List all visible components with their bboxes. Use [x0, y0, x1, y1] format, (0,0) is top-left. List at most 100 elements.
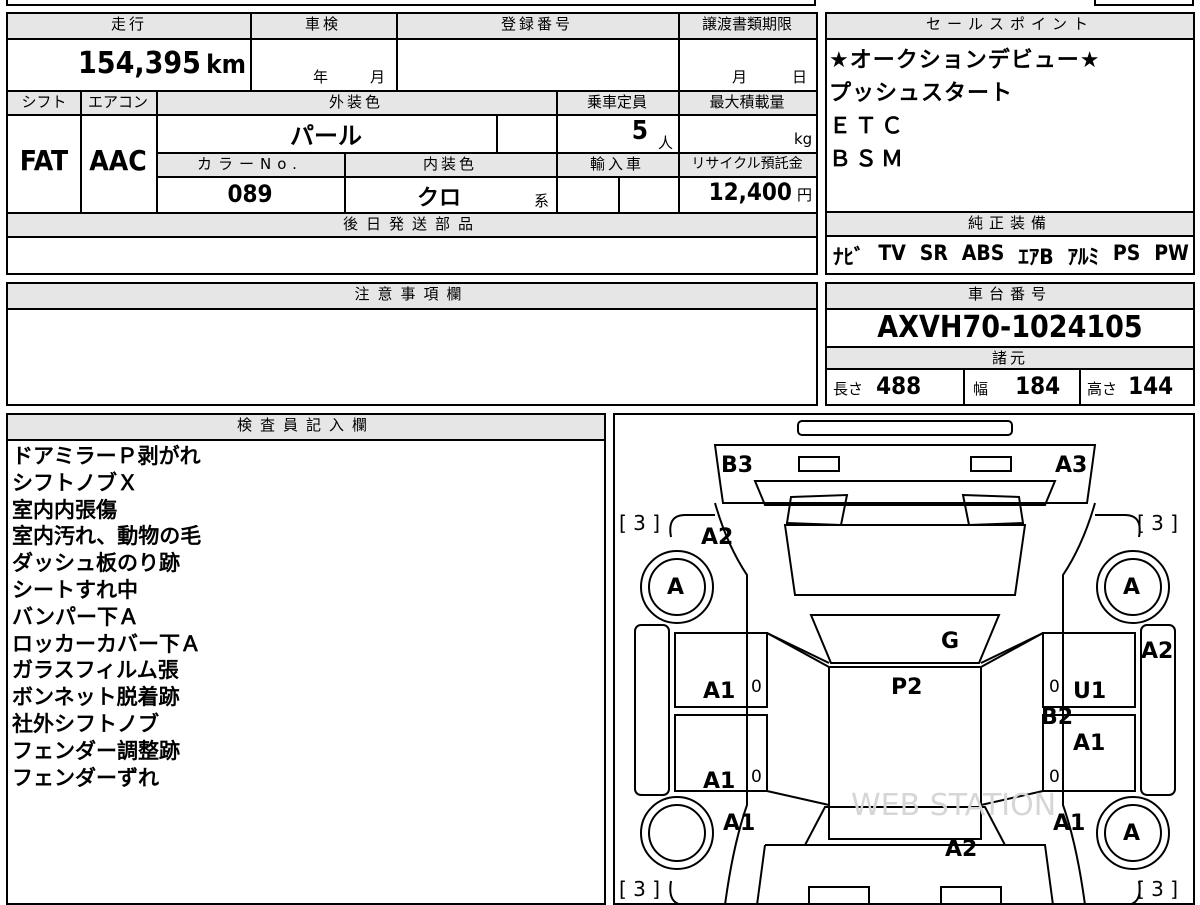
specs-header: 諸元: [827, 348, 1193, 368]
inspector-note: ダッシュ板のり跡: [12, 551, 180, 576]
equipment-header: 純正装備: [827, 213, 1193, 235]
chassis-number: AXVH70-1024105: [877, 310, 1143, 345]
damage-a1-right-upper: A1: [1073, 731, 1106, 756]
chassis-header: 車台番号: [827, 284, 1193, 308]
dent-zero-4: 0: [1049, 767, 1060, 787]
equipment-item: ｱﾙﾐ: [1067, 245, 1100, 269]
damage-a1-left-lower: A1: [703, 769, 736, 794]
inspector-note: ロッカーカバー下Ａ: [12, 631, 201, 656]
top-strip-left: [6, 0, 816, 6]
inspector-note: ガラスフィルム張: [12, 658, 179, 683]
spec-height: 高さ 144: [1087, 372, 1173, 400]
damage-a2-right: A2: [1141, 639, 1174, 664]
inspector-panel: 検査員記入欄 ドアミラーＰ剥がれ シフトノブＸ 室内内張傷 室内汚れ、動物の毛 …: [6, 413, 606, 905]
damage-a2-front-left: A2: [701, 525, 734, 550]
aircon-header: エアコン: [80, 92, 156, 114]
damage-a3: A3: [1055, 453, 1088, 478]
spec-length: 長さ 488: [833, 372, 921, 400]
inspector-note: バンパー下Ａ: [12, 604, 140, 629]
equipment-item: ｴｱB: [1018, 245, 1054, 269]
mileage-unit: km: [206, 50, 246, 80]
spec-width-value: 184: [1015, 372, 1061, 400]
damage-a2-rear: A2: [945, 837, 978, 862]
registration-header: 登録番号: [396, 14, 678, 38]
inspector-note: 室内汚れ、動物の毛: [12, 524, 202, 549]
spec-length-value: 488: [876, 372, 922, 400]
sales-points-header: セールスポイント: [827, 14, 1193, 38]
car-damage-diagram: WEB STATION B3 A3 [ 3 ] [ 3 ] A2 A A G A…: [613, 413, 1195, 905]
spec-height-value: 144: [1128, 372, 1174, 400]
aircon-value: AAC: [89, 144, 147, 177]
capacity-value: 5: [631, 116, 648, 146]
exterior-color-header: 外装色: [156, 92, 556, 114]
transfer-day-unit: 日: [792, 68, 808, 86]
transfer-deadline-header: 譲渡書類期限: [678, 14, 816, 38]
inspector-note: ボンネット脱着跡: [12, 685, 180, 710]
capacity-header: 乗車定員: [556, 92, 678, 114]
exterior-color-value: パール: [290, 122, 362, 150]
inspector-note: シフトノブＸ: [12, 470, 138, 495]
sales-point-line: ＥＴＣ: [829, 114, 908, 139]
mileage-header: 走行: [8, 14, 250, 38]
capacity-unit: 人: [658, 134, 674, 152]
recycle-header: リサイクル預託金: [678, 154, 816, 176]
tire-grade-front-left: A: [667, 575, 685, 600]
color-no-value: 089: [227, 180, 273, 208]
sales-point-line: ＢＳＭ: [829, 147, 908, 172]
dent-zero-3: 0: [751, 767, 762, 787]
equipment-item: ﾅﾋﾞ: [833, 245, 865, 269]
tire-grade-front-right: A: [1123, 575, 1141, 600]
interior-color-unit: 系: [534, 192, 550, 210]
top-strip-right: [1094, 0, 1194, 6]
sales-points-panel: セールスポイント ★オークションデビュー★ プッシュスタート ＥＴＣ ＢＳＭ: [825, 12, 1195, 213]
shift-header: シフト: [8, 92, 80, 114]
shaken-month-unit: 月: [370, 68, 386, 86]
damage-a1-rear-right: A1: [1053, 811, 1086, 836]
spec-width-label: 幅: [973, 380, 989, 398]
equipment-panel: 純正装備 ﾅﾋﾞ TV SR ABS ｴｱB ｱﾙﾐ PS PW: [825, 211, 1195, 275]
notes-panel: 注意事項欄: [6, 282, 818, 406]
sales-point-line: プッシュスタート: [829, 81, 1014, 106]
inspector-header: 検査員記入欄: [8, 415, 604, 439]
color-no-header: カラーNo.: [156, 154, 344, 176]
dent-zero-2: 0: [1049, 677, 1060, 697]
equipment-item: PW: [1154, 241, 1189, 265]
recycle-value: 12,400: [708, 178, 792, 206]
mileage-value: 154,395: [78, 46, 201, 81]
damage-p2: P2: [891, 675, 923, 700]
transfer-month-unit: 月: [732, 68, 748, 86]
recycle-value-cell: 12,400 円: [678, 178, 816, 206]
chassis-panel: 車台番号 AXVH70-1024105 諸元 長さ 488 幅 184 高さ 1…: [825, 282, 1195, 406]
tread-depth-rear-left: [ 3 ]: [619, 877, 661, 901]
damage-g: G: [941, 629, 960, 654]
sales-points-list: ★オークションデビュー★ プッシュスタート ＥＴＣ ＢＳＭ: [827, 44, 1193, 176]
equipment-list: ﾅﾋﾞ TV SR ABS ｴｱB ｱﾙﾐ PS PW: [833, 241, 1189, 271]
tread-depth-front-left: [ 3 ]: [619, 511, 661, 535]
equipment-item: TV: [878, 241, 906, 265]
tire-grade-rear-right: A: [1123, 821, 1141, 846]
inspector-note: 室内内張傷: [12, 497, 117, 522]
shaken-year-unit: 年: [313, 68, 329, 86]
interior-color-value: クロ: [416, 186, 461, 211]
equipment-item: ABS: [961, 241, 1005, 265]
recycle-unit: 円: [796, 186, 812, 204]
sales-point-line: ★オークションデビュー★: [829, 48, 1101, 73]
inspector-note: フェンダーずれ: [12, 765, 159, 790]
inspector-note: シートすれ中: [12, 577, 138, 602]
tread-depth-rear-right: [ 3 ]: [1137, 877, 1179, 901]
watermark: WEB STATION: [851, 788, 1056, 823]
inspector-note: ドアミラーＰ剥がれ: [12, 444, 201, 468]
shaken-header: 車検: [250, 14, 396, 38]
shift-value: FAT: [19, 144, 69, 177]
damage-u1: U1: [1073, 679, 1107, 704]
damage-a1-left-upper: A1: [703, 679, 736, 704]
max-load-unit: kg: [794, 130, 813, 148]
inspector-note: フェンダー調整跡: [12, 738, 180, 763]
spec-width: 幅 184: [973, 372, 1060, 400]
notes-header: 注意事項欄: [8, 284, 816, 308]
vehicle-info-table: 走行 車検 登録番号 譲渡書類期限 154,395 km 年 月 月 日 シフト…: [6, 12, 818, 275]
damage-a1-rear-left: A1: [723, 811, 756, 836]
import-header: 輸入車: [556, 154, 678, 176]
later-parts-header: 後日発送部品: [8, 214, 816, 236]
equipment-item: PS: [1112, 241, 1141, 265]
